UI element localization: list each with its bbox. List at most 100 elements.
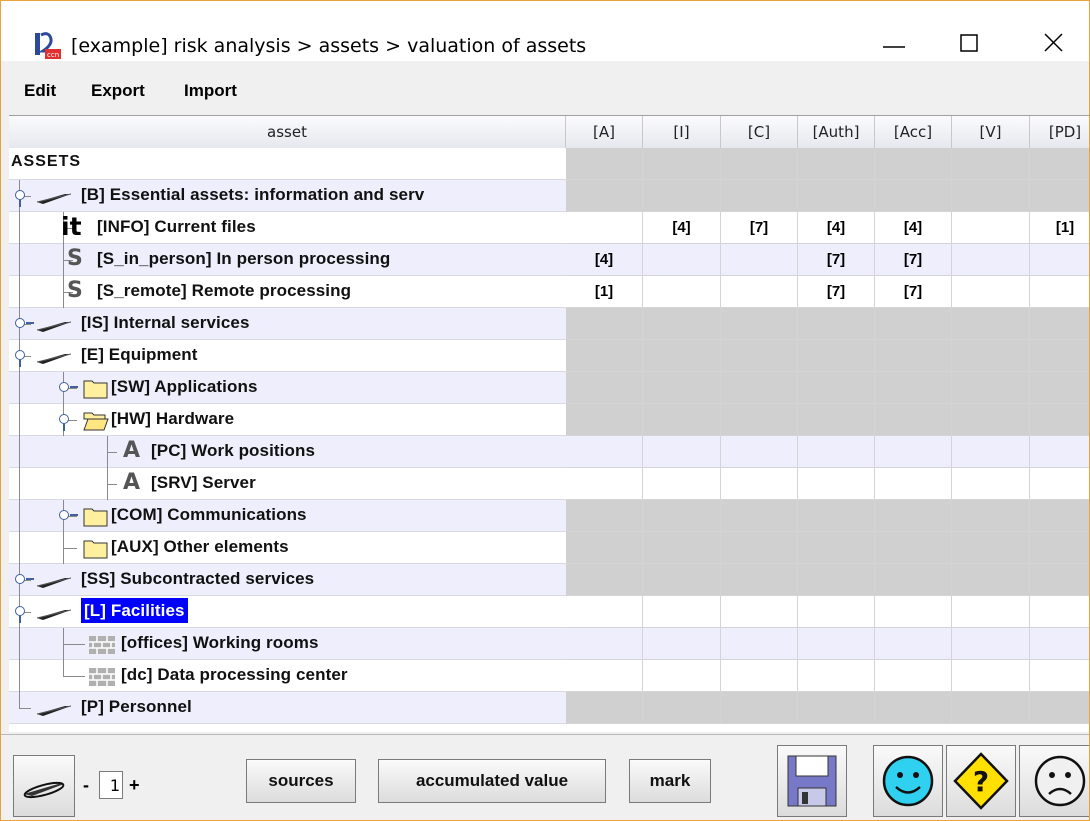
value-cell[interactable] (1030, 148, 1089, 180)
asset-tree-cell[interactable]: [L] Facilities (9, 596, 566, 628)
table-row[interactable]: S [S_remote] Remote processing [1] [7] [7] (9, 276, 1089, 308)
value-cell[interactable] (643, 628, 721, 660)
asset-tree-cell[interactable]: [COM] Communications (9, 500, 566, 532)
value-cell[interactable] (643, 404, 721, 436)
value-cell[interactable] (798, 436, 875, 468)
table-row[interactable]: [SW] Applications (9, 372, 1089, 404)
maximize-button[interactable] (946, 21, 992, 61)
value-cell[interactable] (952, 244, 1030, 276)
asset-label[interactable]: [IS] Internal services (81, 313, 250, 333)
level-input[interactable]: 1 (99, 771, 123, 799)
value-cell[interactable] (1030, 276, 1089, 308)
value-cell[interactable] (566, 468, 643, 500)
value-cell[interactable] (875, 148, 952, 180)
asset-tree-cell[interactable]: [dc] Data processing center (9, 660, 566, 692)
column-header-i[interactable]: [I] (643, 116, 721, 149)
value-cell[interactable] (721, 660, 798, 692)
asset-tree-cell[interactable]: [HW] Hardware (9, 404, 566, 436)
table-row[interactable]: [offices] Working rooms (9, 628, 1089, 660)
value-cell[interactable] (875, 372, 952, 404)
value-cell[interactable] (952, 500, 1030, 532)
value-cell[interactable] (798, 564, 875, 596)
table-row[interactable]: [HW] Hardware (9, 404, 1089, 436)
value-cell[interactable] (643, 372, 721, 404)
value-cell[interactable] (721, 180, 798, 212)
table-row[interactable]: [L] Facilities (9, 596, 1089, 628)
sources-button[interactable]: sources (246, 759, 356, 803)
value-cell[interactable] (721, 628, 798, 660)
asset-tree-cell[interactable]: [offices] Working rooms (9, 628, 566, 660)
value-cell[interactable] (875, 404, 952, 436)
save-button[interactable] (777, 745, 847, 817)
asset-tree-cell[interactable]: [AUX] Other elements (9, 532, 566, 564)
value-cell[interactable] (721, 436, 798, 468)
value-cell[interactable] (952, 212, 1030, 244)
value-cell[interactable] (643, 436, 721, 468)
value-cell[interactable] (721, 372, 798, 404)
value-cell[interactable] (566, 180, 643, 212)
value-cell[interactable]: [7] (875, 276, 952, 308)
asset-label[interactable]: [S_remote] Remote processing (97, 281, 351, 301)
value-cell[interactable] (721, 596, 798, 628)
level-increment[interactable]: + (129, 775, 140, 796)
value-cell[interactable] (875, 468, 952, 500)
value-cell[interactable] (643, 244, 721, 276)
value-cell[interactable] (566, 340, 643, 372)
value-cell[interactable] (798, 628, 875, 660)
asset-label[interactable]: [PC] Work positions (151, 441, 315, 461)
close-button[interactable] (1031, 21, 1077, 61)
value-cell[interactable] (952, 692, 1030, 724)
value-cell[interactable] (798, 468, 875, 500)
asset-label[interactable]: [L] Facilities (81, 598, 188, 623)
value-cell[interactable] (1030, 660, 1089, 692)
asset-label[interactable]: [INFO] Current files (97, 217, 256, 237)
value-cell[interactable] (643, 148, 721, 180)
expand-handle-icon[interactable] (15, 574, 25, 584)
value-cell[interactable] (1030, 404, 1089, 436)
value-cell[interactable] (566, 692, 643, 724)
value-cell[interactable] (798, 500, 875, 532)
mark-button[interactable]: mark (629, 759, 711, 803)
value-cell[interactable] (721, 148, 798, 180)
value-cell[interactable] (566, 148, 643, 180)
value-cell[interactable]: [7] (721, 212, 798, 244)
value-cell[interactable] (1030, 564, 1089, 596)
minimize-button[interactable] (871, 21, 917, 61)
value-cell[interactable] (1030, 500, 1089, 532)
value-cell[interactable] (875, 308, 952, 340)
value-cell[interactable] (875, 628, 952, 660)
value-cell[interactable] (643, 532, 721, 564)
expand-handle-icon[interactable] (15, 318, 25, 328)
asset-label[interactable]: [E] Equipment (81, 345, 198, 365)
value-cell[interactable] (798, 148, 875, 180)
value-cell[interactable] (643, 692, 721, 724)
asset-tree-cell[interactable]: [P] Personnel (9, 692, 566, 724)
asset-label[interactable]: [HW] Hardware (111, 409, 234, 429)
asset-label[interactable]: [B] Essential assets: information and se… (81, 185, 424, 205)
value-cell[interactable] (798, 692, 875, 724)
value-cell[interactable] (721, 340, 798, 372)
value-cell[interactable] (798, 596, 875, 628)
value-cell[interactable] (721, 564, 798, 596)
value-cell[interactable] (566, 500, 643, 532)
value-cell[interactable] (566, 532, 643, 564)
value-cell[interactable] (643, 500, 721, 532)
value-cell[interactable]: [7] (798, 276, 875, 308)
value-cell[interactable] (566, 564, 643, 596)
value-cell[interactable] (643, 596, 721, 628)
asset-tree-cell[interactable]: S [S_remote] Remote processing (9, 276, 566, 308)
asset-tree-cell[interactable]: [SW] Applications (9, 372, 566, 404)
value-cell[interactable] (721, 500, 798, 532)
column-header-a[interactable]: [A] (566, 116, 643, 149)
value-cell[interactable] (566, 660, 643, 692)
value-cell[interactable] (643, 340, 721, 372)
asset-tree-cell[interactable]: [IS] Internal services (9, 308, 566, 340)
value-cell[interactable] (952, 372, 1030, 404)
value-cell[interactable] (798, 308, 875, 340)
value-cell[interactable] (875, 340, 952, 372)
value-cell[interactable]: [4] (875, 212, 952, 244)
collapse-handle-icon[interactable] (15, 606, 25, 616)
ok-button[interactable] (873, 745, 943, 817)
value-cell[interactable] (952, 436, 1030, 468)
value-cell[interactable] (1030, 532, 1089, 564)
